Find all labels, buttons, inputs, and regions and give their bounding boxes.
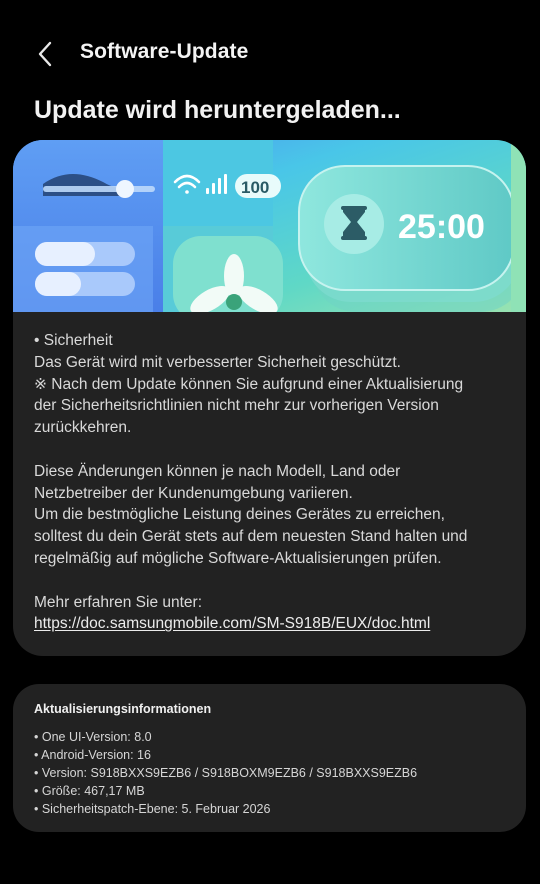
- documentation-link[interactable]: https://doc.samsungmobile.com/SM-S918B/E…: [34, 615, 430, 632]
- release-notes: • Sicherheit Das Gerät wird mit verbesse…: [34, 330, 514, 635]
- more-info-label: Mehr erfahren Sie unter:: [34, 593, 203, 611]
- app-bar: Software-Update: [0, 20, 540, 86]
- list-item: • Größe: 467,17 MB: [34, 784, 145, 798]
- page-title: Software-Update: [80, 40, 249, 63]
- list-item: • Sicherheitspatch-Ebene: 5. Februar 202…: [34, 802, 271, 816]
- update-information-card: Aktualisierungsinformationen • One UI-Ve…: [13, 684, 526, 832]
- list-item: • One UI-Version: 8.0: [34, 730, 152, 744]
- notes-line: • Sicherheit: [34, 332, 113, 349]
- notes-line: der Sicherheitsrichtlinien nicht mehr zu…: [34, 397, 439, 415]
- back-button[interactable]: [32, 40, 60, 68]
- notes-line: Um die bestmögliche Leistung deines Gerä…: [34, 506, 445, 524]
- update-details-card: 100 25:00 • Sicherheit Das Gerät wird mi…: [13, 140, 526, 656]
- battery-level-text: 100: [241, 178, 269, 197]
- notes-line: Diese Änderungen können je nach Modell, …: [34, 462, 401, 480]
- notes-line: solltest du dein Gerät stets auf dem neu…: [34, 528, 468, 546]
- notes-line: regelmäßig auf mögliche Software-Aktuali…: [34, 549, 442, 567]
- notes-line: Netzbetreiber der Kundenumgebung variier…: [34, 484, 353, 502]
- notes-line: zurückkehren.: [34, 419, 132, 437]
- chevron-left-icon: [38, 41, 52, 67]
- list-item: • Android-Version: 16: [34, 748, 151, 762]
- update-info-title: Aktualisierungsinformationen: [34, 702, 212, 716]
- timer-text: 25:00: [398, 208, 485, 246]
- download-status-heading: Update wird heruntergeladen...: [34, 96, 401, 124]
- list-item: • Version: S918BXXS9EZB6 / S918BOXM9EZB6…: [34, 766, 418, 780]
- notes-line: ※ Nach dem Update können Sie aufgrund ei…: [34, 375, 464, 393]
- update-info-list: • One UI-Version: 8.0 • Android-Version:…: [34, 728, 417, 818]
- notes-line: Das Gerät wird mit verbesserter Sicherhe…: [34, 353, 401, 371]
- update-banner-illustration: 100 25:00: [13, 140, 526, 312]
